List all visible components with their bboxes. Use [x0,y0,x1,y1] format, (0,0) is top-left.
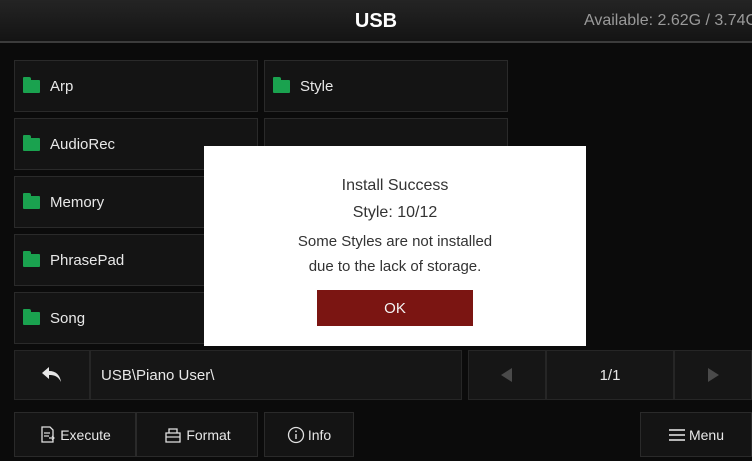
triangle-right-icon [708,368,719,382]
folder-label: Arp [50,77,74,95]
install-success-dialog: Install Success Style: 10/12 Some Styles… [204,146,586,346]
execute-button[interactable]: Execute [14,412,136,457]
dialog-title: Install Success [341,177,449,194]
folder-label: Memory [50,193,105,211]
info-label: Info [307,426,332,443]
path-display: USB\Piano User\ [90,350,462,400]
info-button[interactable]: Info [264,412,354,457]
format-label: Format [186,426,231,443]
prev-page-button[interactable] [468,350,546,400]
page-indicator: 1/1 [546,350,674,400]
title-bar: USB Available: 2.62G / 3.74G [0,0,752,43]
next-page-button[interactable] [674,350,752,400]
folder-icon [23,250,40,267]
execute-icon [41,425,56,443]
folder-label: AudioRec [50,135,116,153]
folder-label: Style [300,77,334,95]
hamburger-icon [668,428,685,441]
execute-label: Execute [60,426,111,443]
ok-button[interactable]: OK [317,290,473,326]
folder-icon [23,308,40,325]
format-button[interactable]: Format [136,412,258,457]
dialog-status: Style: 10/12 [352,204,438,221]
folder-label: PhrasePad [50,251,125,269]
folder-icon [23,76,40,93]
folder-icon [23,134,40,151]
back-button[interactable] [14,350,90,400]
folder-icon [23,192,40,209]
back-arrow-icon [42,367,61,382]
page-title: USB [354,10,398,32]
folder-icon [273,76,290,93]
menu-label: Menu [688,426,725,443]
folder-label: Song [50,309,86,327]
format-icon [165,427,181,443]
triangle-left-icon [501,368,512,382]
menu-button[interactable]: Menu [640,412,752,457]
info-icon [287,426,304,443]
dialog-message-line2: due to the lack of storage. [308,258,482,275]
dialog-message-line1: Some Styles are not installed [297,233,493,250]
available-storage: Available: 2.62G / 3.74G [583,12,752,29]
folder-item-style[interactable]: Style [264,60,508,112]
folder-item-arp[interactable]: Arp [14,60,258,112]
